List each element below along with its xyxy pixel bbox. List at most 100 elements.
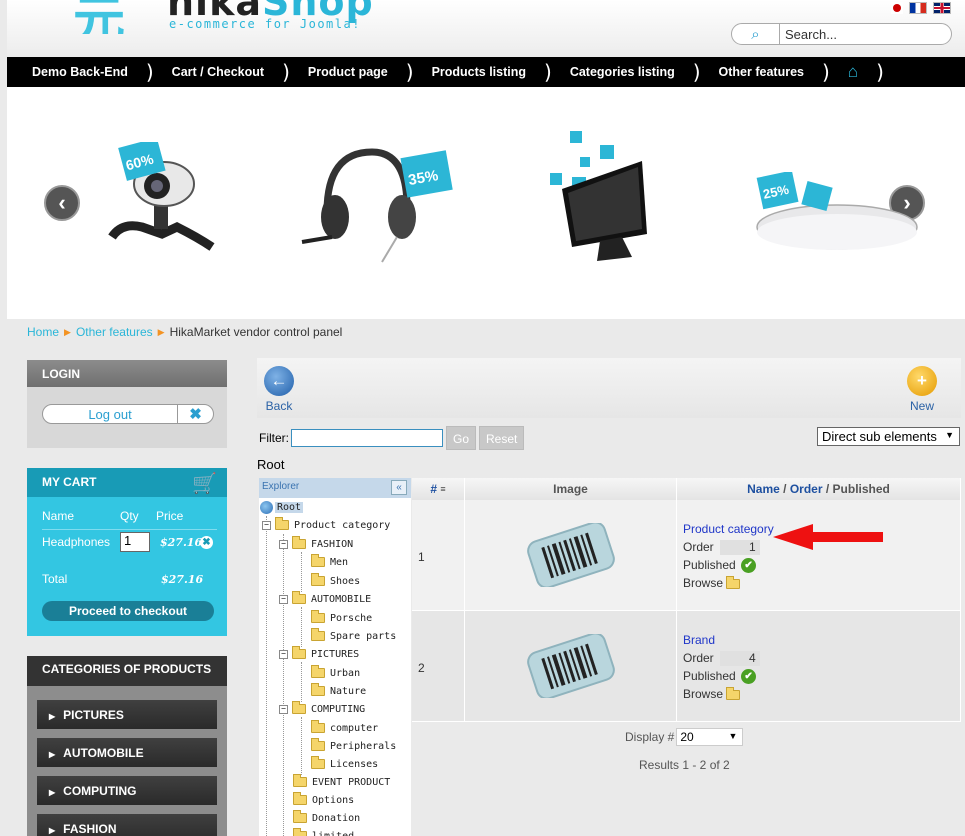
tree-node-nature[interactable]: Nature bbox=[311, 682, 366, 700]
tree-node-men[interactable]: Men bbox=[311, 553, 348, 571]
close-icon[interactable]: ✖ bbox=[177, 405, 213, 423]
barcode-placeholder-image[interactable] bbox=[465, 611, 677, 721]
proceed-to-checkout-button[interactable]: Proceed to checkout bbox=[42, 601, 214, 621]
category-fashion[interactable]: ▶ FASHION bbox=[37, 814, 217, 836]
tree-node-spare-parts[interactable]: Spare parts bbox=[311, 627, 396, 645]
nav-separator: ) bbox=[145, 60, 154, 84]
main-nav: Demo Back-End ) Cart / Checkout ) Produc… bbox=[7, 57, 965, 87]
category-name-link[interactable]: Product category bbox=[683, 522, 774, 536]
barcode-placeholder-image[interactable] bbox=[465, 500, 677, 610]
tree-node-automobile[interactable]: − AUTOMOBILE bbox=[279, 590, 371, 608]
nav-products-listing[interactable]: Products listing bbox=[432, 57, 526, 87]
annotation-arrow-icon bbox=[773, 524, 883, 550]
collapse-node-icon[interactable]: − bbox=[279, 594, 288, 604]
logout-button[interactable]: Log out ✖ bbox=[42, 404, 214, 424]
tree-node-computing[interactable]: − COMPUTING bbox=[279, 700, 365, 718]
remove-item-icon[interactable]: ✖ bbox=[200, 535, 213, 549]
col-image-header: Image bbox=[465, 478, 677, 500]
chevron-right-icon: ▶ bbox=[157, 326, 165, 337]
cart-total-label: Total bbox=[42, 572, 68, 586]
cart-qty-input[interactable]: 1 bbox=[120, 532, 150, 552]
folder-icon bbox=[311, 683, 325, 696]
tree-node-porsche[interactable]: Porsche bbox=[311, 609, 372, 627]
collapse-node-icon[interactable]: − bbox=[279, 649, 288, 659]
nav-cart-checkout[interactable]: Cart / Checkout bbox=[172, 57, 264, 87]
chevron-right-icon: ▶ bbox=[64, 326, 71, 337]
toolbar: ← Back + New bbox=[257, 358, 961, 418]
login-module: LOGIN Log out ✖ bbox=[27, 360, 227, 448]
collapse-node-icon[interactable]: − bbox=[279, 539, 288, 549]
uk-flag-icon[interactable] bbox=[933, 2, 951, 14]
mouse-image[interactable]: 25% bbox=[742, 172, 922, 262]
grid-header: # ≡ Image Name / Order / Published bbox=[412, 478, 961, 500]
sort-by-order[interactable]: Order bbox=[790, 482, 823, 496]
tree-node-pictures[interactable]: − PICTURES bbox=[279, 645, 359, 663]
tree-node-root[interactable]: Root bbox=[260, 498, 304, 516]
nav-product-page[interactable]: Product page bbox=[308, 57, 388, 87]
display-count-select[interactable]: 20 ▼ bbox=[676, 728, 744, 746]
breadcrumb-other-features[interactable]: Other features bbox=[76, 325, 153, 339]
breadcrumb-home[interactable]: Home bbox=[27, 325, 59, 339]
logo-icon[interactable]: 元 bbox=[69, 0, 139, 34]
collapse-node-icon[interactable]: − bbox=[279, 704, 288, 714]
tree-node-donation[interactable]: Donation bbox=[293, 809, 360, 827]
tree-node-fashion[interactable]: − FASHION bbox=[279, 535, 353, 553]
search-icon[interactable]: ⌕ bbox=[732, 24, 780, 44]
plus-icon: + bbox=[907, 366, 937, 396]
category-computing[interactable]: ▶ COMPUTING bbox=[37, 776, 217, 805]
category-name-link[interactable]: Brand bbox=[683, 633, 715, 647]
filter-input[interactable] bbox=[291, 429, 443, 447]
listing-title: Root bbox=[257, 457, 285, 472]
home-icon[interactable]: ⌂ bbox=[848, 57, 858, 87]
order-input[interactable]: 4 bbox=[719, 651, 760, 667]
reset-button[interactable]: Reset bbox=[479, 426, 525, 450]
product-carousel: ‹ › 60% 35% 25% bbox=[7, 87, 965, 319]
collapse-explorer-button[interactable]: « bbox=[391, 480, 407, 495]
scope-select[interactable]: Direct sub elements ▼ bbox=[817, 427, 960, 446]
tree-node-product-category[interactable]: − Product category bbox=[262, 516, 390, 534]
tree-node-licenses[interactable]: Licenses bbox=[311, 755, 378, 773]
search-box: ⌕ bbox=[731, 23, 952, 45]
category-pictures[interactable]: ▶ PICTURES bbox=[37, 700, 217, 729]
go-button[interactable]: Go bbox=[446, 426, 477, 450]
table-row: 1 Product category Order 1 Published ✔ Br… bbox=[412, 500, 961, 611]
search-input[interactable] bbox=[785, 25, 945, 43]
dropdown-caret-icon: ▼ bbox=[728, 731, 738, 741]
sort-by-name[interactable]: Name bbox=[747, 482, 780, 496]
tree-node-computer[interactable]: computer bbox=[311, 719, 378, 737]
tree-node-event-product[interactable]: EVENT PRODUCT bbox=[293, 773, 390, 791]
back-button[interactable]: ← Back bbox=[264, 366, 294, 413]
folder-icon bbox=[293, 810, 307, 823]
monitor-image[interactable] bbox=[542, 129, 662, 269]
row-details: Product category Order 1 Published ✔ Brow… bbox=[677, 500, 961, 610]
headset-image[interactable]: 35% bbox=[287, 142, 457, 267]
folder-icon bbox=[292, 591, 306, 604]
sort-by-number[interactable]: # ≡ bbox=[412, 478, 465, 500]
tree-node-urban[interactable]: Urban bbox=[311, 664, 360, 682]
nav-other-features[interactable]: Other features bbox=[719, 57, 804, 87]
tree-node-peripherals[interactable]: Peripherals bbox=[311, 737, 396, 755]
category-automobile[interactable]: ▶ AUTOMOBILE bbox=[37, 738, 217, 767]
tree-node-options[interactable]: Options bbox=[293, 791, 354, 809]
nav-categories-listing[interactable]: Categories listing bbox=[570, 57, 675, 87]
nav-demo-backend[interactable]: Demo Back-End bbox=[32, 57, 128, 87]
webcam-image[interactable]: 60% bbox=[102, 142, 222, 257]
published-check-icon[interactable]: ✔ bbox=[741, 558, 757, 574]
nav-separator: ) bbox=[544, 60, 552, 84]
folder-icon bbox=[293, 792, 307, 805]
japan-flag-icon[interactable] bbox=[891, 2, 903, 14]
collapse-node-icon[interactable]: − bbox=[262, 520, 271, 530]
tree-node-limited[interactable]: limited bbox=[293, 827, 354, 836]
carousel-prev-button[interactable]: ‹ bbox=[44, 185, 80, 221]
tree-node-shoes[interactable]: Shoes bbox=[311, 572, 360, 590]
browse-folder-icon[interactable] bbox=[726, 575, 741, 589]
logout-label: Log out bbox=[88, 406, 132, 422]
published-check-icon[interactable]: ✔ bbox=[741, 669, 757, 685]
shopping-cart-icon[interactable]: 🛒 bbox=[192, 471, 217, 496]
nav-separator: ) bbox=[282, 60, 290, 84]
browse-folder-icon[interactable] bbox=[726, 686, 741, 700]
order-input[interactable]: 1 bbox=[719, 540, 760, 556]
new-button[interactable]: + New bbox=[907, 366, 937, 413]
france-flag-icon[interactable] bbox=[909, 2, 927, 14]
cart-item-name[interactable]: Headphones bbox=[42, 535, 120, 549]
